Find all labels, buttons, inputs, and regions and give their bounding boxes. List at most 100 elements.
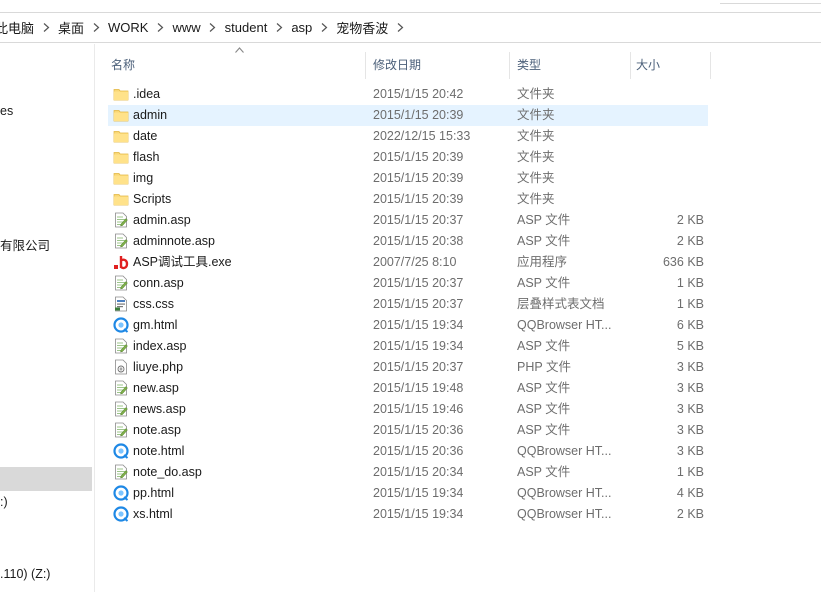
file-row[interactable]: flash 2015/1/15 20:39 文件夹 (108, 147, 708, 168)
file-name[interactable]: note.asp (133, 420, 181, 441)
asp-file-icon[interactable] (113, 422, 129, 438)
file-name[interactable]: conn.asp (133, 273, 184, 294)
file-row[interactable]: admin.asp 2015/1/15 20:37 ASP 文件 2 KB (108, 210, 708, 231)
file-row[interactable]: img 2015/1/15 20:39 文件夹 (108, 168, 708, 189)
breadcrumb-item[interactable]: 宠物香波 (335, 13, 411, 42)
file-row[interactable]: pp.html 2015/1/15 19:34 QQBrowser HT... 4 K… (108, 483, 708, 504)
file-row[interactable]: note.html 2015/1/15 20:36 QQBrowser HT... 3… (108, 441, 708, 462)
file-name[interactable]: gm.html (133, 315, 177, 336)
file-modified-date: 2015/1/15 20:39 (373, 108, 464, 122)
css-file-icon[interactable] (113, 296, 129, 312)
folder-icon[interactable] (113, 149, 129, 165)
breadcrumb-label[interactable]: asp (290, 20, 313, 35)
chevron-right-icon[interactable] (389, 13, 411, 42)
breadcrumb-label[interactable]: student (224, 20, 269, 35)
file-name[interactable]: css.css (133, 294, 174, 315)
file-row[interactable]: conn.asp 2015/1/15 20:37 ASP 文件 1 KB (108, 273, 708, 294)
breadcrumb-label[interactable]: 宠物香波 (335, 18, 389, 37)
browser-html-icon[interactable] (113, 443, 129, 459)
browser-html-icon[interactable] (113, 317, 129, 333)
browser-html-icon[interactable] (113, 485, 129, 501)
file-list[interactable]: .idea 2015/1/15 20:42 文件夹 admin 2015/1/15 20… (108, 84, 708, 525)
file-row[interactable]: new.asp 2015/1/15 19:48 ASP 文件 3 KB (108, 378, 708, 399)
column-name-header[interactable]: 名称 (95, 52, 365, 79)
column-date-header[interactable]: 修改日期 (357, 52, 509, 79)
file-row[interactable]: .idea 2015/1/15 20:42 文件夹 (108, 84, 708, 105)
file-name[interactable]: news.asp (133, 399, 186, 420)
column-size-header[interactable]: 大小 (620, 52, 710, 79)
file-name[interactable]: liuye.php (133, 357, 183, 378)
folder-icon[interactable] (113, 170, 129, 186)
nav-item[interactable]: es (0, 99, 92, 123)
file-row[interactable]: note_do.asp 2015/1/15 20:34 ASP 文件 1 KB (108, 462, 708, 483)
file-modified-date: 2015/1/15 20:39 (373, 150, 464, 164)
file-row[interactable]: css.css 2015/1/15 20:37 层叠样式表文档 1 KB (108, 294, 708, 315)
file-type: 文件夹 (517, 129, 555, 143)
browser-html-icon[interactable] (113, 506, 129, 522)
chevron-right-icon[interactable] (268, 13, 290, 42)
column-type-header[interactable]: 类型 (501, 52, 623, 79)
folder-icon[interactable] (113, 107, 129, 123)
file-name[interactable]: ASP调试工具.exe (133, 252, 232, 273)
file-row[interactable]: liuye.php 2015/1/15 20:37 PHP 文件 3 KB (108, 357, 708, 378)
file-name[interactable]: admin.asp (133, 210, 191, 231)
nav-item[interactable]: :) (0, 490, 92, 514)
file-row[interactable]: xs.html 2015/1/15 19:34 QQBrowser HT... 2 K… (108, 504, 708, 525)
breadcrumb-item[interactable]: 桌面 (57, 13, 107, 42)
file-name[interactable]: new.asp (133, 378, 179, 399)
breadcrumb-item[interactable]: WORK (107, 13, 171, 42)
breadcrumb-label[interactable]: WORK (107, 20, 149, 35)
chevron-right-icon[interactable] (313, 13, 335, 42)
chevron-right-icon[interactable] (35, 13, 57, 42)
navigation-pane[interactable]: es 有限公司 :) .110) (Z:) (0, 44, 95, 592)
asp-file-icon[interactable] (113, 464, 129, 480)
file-name[interactable]: pp.html (133, 483, 174, 504)
asp-file-icon[interactable] (113, 338, 129, 354)
file-row[interactable]: adminnote.asp 2015/1/15 20:38 ASP 文件 2 KB (108, 231, 708, 252)
php-file-icon[interactable] (113, 359, 129, 375)
file-row[interactable]: admin 2015/1/15 20:39 文件夹 (108, 105, 708, 126)
file-name[interactable]: flash (133, 147, 159, 168)
file-name[interactable]: img (133, 168, 153, 189)
breadcrumb-label[interactable]: 桌面 (57, 18, 85, 37)
file-name[interactable]: index.asp (133, 336, 187, 357)
file-row[interactable]: Scripts 2015/1/15 20:39 文件夹 (108, 189, 708, 210)
file-name[interactable]: note.html (133, 441, 184, 462)
breadcrumb-item[interactable]: student (224, 13, 291, 42)
chevron-right-icon[interactable] (202, 13, 224, 42)
file-name[interactable]: Scripts (133, 189, 171, 210)
breadcrumb-item[interactable]: www (171, 13, 223, 42)
nav-item[interactable]: 有限公司 (0, 234, 92, 258)
asp-file-icon[interactable] (113, 275, 129, 291)
asp-file-icon[interactable] (113, 380, 129, 396)
folder-icon[interactable] (113, 191, 129, 207)
address-bar[interactable]: 此电脑 桌面 WORK www student asp 宠物香波 (0, 12, 821, 43)
breadcrumb-label[interactable]: www (171, 20, 201, 35)
asp-file-icon[interactable] (113, 233, 129, 249)
file-name[interactable]: admin (133, 105, 167, 126)
file-name[interactable]: adminnote.asp (133, 231, 215, 252)
asp-file-icon[interactable] (113, 212, 129, 228)
exe-icon[interactable] (113, 254, 129, 270)
file-row[interactable]: gm.html 2015/1/15 19:34 QQBrowser HT... 6 K… (108, 315, 708, 336)
folder-icon[interactable] (113, 86, 129, 102)
breadcrumb-item[interactable]: asp (290, 13, 335, 42)
file-row[interactable]: news.asp 2015/1/15 19:46 ASP 文件 3 KB (108, 399, 708, 420)
file-name[interactable]: date (133, 126, 157, 147)
column-divider[interactable] (710, 52, 711, 79)
breadcrumb-item[interactable]: 此电脑 (0, 13, 57, 42)
chevron-right-icon[interactable] (149, 13, 171, 42)
chevron-right-icon[interactable] (85, 13, 107, 42)
file-name[interactable]: note_do.asp (133, 462, 202, 483)
folder-icon[interactable] (113, 128, 129, 144)
nav-item[interactable]: .110) (Z:) (0, 562, 92, 586)
file-row[interactable]: date 2022/12/15 15:33 文件夹 (108, 126, 708, 147)
file-row[interactable]: ASP调试工具.exe 2007/7/25 8:10 应用程序 636 KB (108, 252, 708, 273)
file-name[interactable]: xs.html (133, 504, 173, 525)
asp-file-icon[interactable] (113, 401, 129, 417)
file-name[interactable]: .idea (133, 84, 160, 105)
nav-item-selected[interactable] (0, 467, 92, 491)
breadcrumb-label[interactable]: 此电脑 (0, 18, 35, 37)
file-row[interactable]: index.asp 2015/1/15 19:34 ASP 文件 5 KB (108, 336, 708, 357)
file-row[interactable]: note.asp 2015/1/15 20:36 ASP 文件 3 KB (108, 420, 708, 441)
